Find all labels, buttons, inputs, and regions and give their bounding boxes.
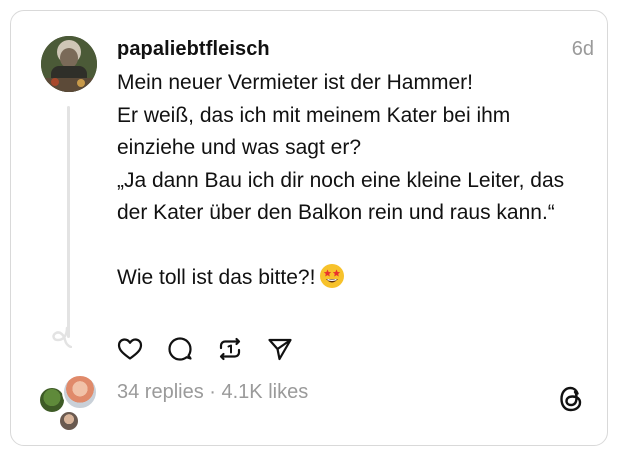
heart-icon — [117, 338, 143, 360]
repost-icon — [219, 337, 241, 361]
thread-loop-icon — [52, 326, 72, 348]
thread-line — [67, 106, 70, 338]
share-button[interactable] — [265, 334, 295, 364]
post-actions — [115, 334, 295, 364]
avatar-image — [41, 36, 97, 92]
closing-text: Wie toll ist das bitte?! — [117, 266, 316, 289]
like-button[interactable] — [115, 334, 145, 364]
replier-avatar — [62, 374, 98, 410]
replier-avatar — [58, 410, 80, 432]
post-closing-line: Wie toll ist das bitte?! — [117, 262, 587, 295]
comment-icon — [168, 337, 192, 361]
post-line: „Ja dann Bau ich dir noch eine kleine Le… — [117, 168, 565, 225]
repost-button[interactable] — [215, 334, 245, 364]
author-avatar[interactable] — [41, 36, 97, 92]
post-stats[interactable]: 34 replies · 4.1K likes — [117, 381, 308, 404]
post-line: Er weiß, das ich mit meinem Kater bei ih… — [117, 103, 511, 160]
star-struck-emoji-icon — [320, 264, 345, 288]
send-icon — [268, 338, 292, 361]
post-line: Mein neuer Vermieter ist der Hammer! — [117, 71, 473, 94]
post-timestamp[interactable]: 6d — [572, 38, 594, 61]
post-body: Mein neuer Vermieter ist der Hammer! Er … — [117, 67, 587, 295]
author-username[interactable]: papaliebtfleisch — [117, 38, 270, 61]
reply-button[interactable] — [165, 334, 195, 364]
threads-logo-icon[interactable] — [558, 385, 584, 413]
